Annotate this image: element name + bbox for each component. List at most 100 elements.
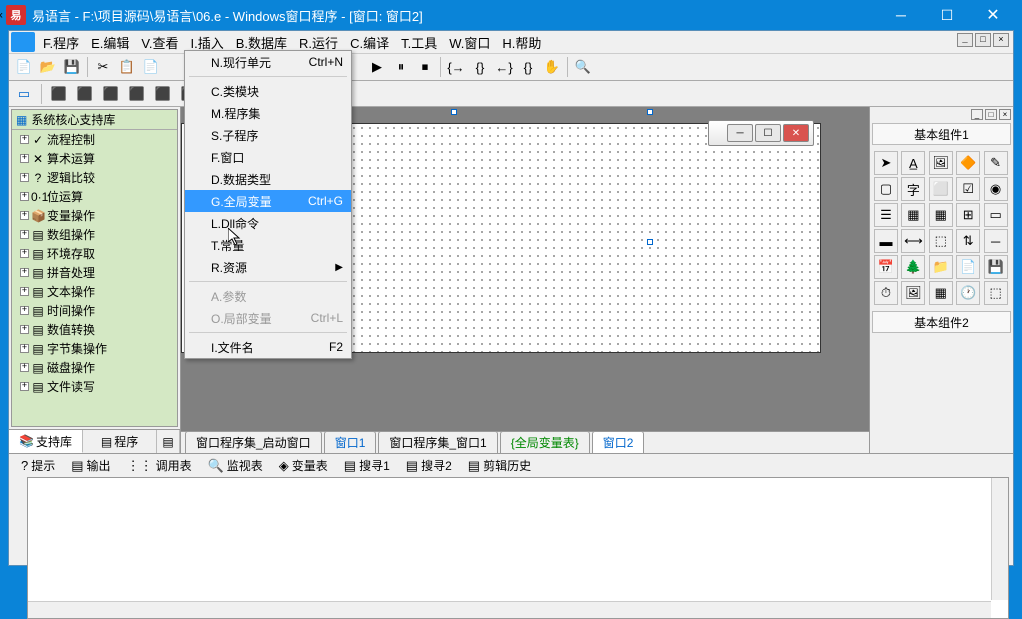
panel-title-2[interactable]: 基本组件2 — [872, 311, 1011, 333]
step-icon[interactable]: {→ — [445, 56, 467, 78]
tree-icon[interactable]: 🌲 — [901, 255, 925, 279]
menu-view[interactable]: V.查看 — [135, 31, 184, 54]
output-area[interactable] — [27, 477, 1009, 619]
tree-item[interactable]: +📦变量操作 — [12, 206, 177, 225]
paste-icon[interactable]: 📄 — [140, 56, 162, 78]
bottom-tab[interactable]: ▤搜寻2 — [398, 455, 460, 476]
progress-icon[interactable]: ▬ — [874, 229, 898, 253]
dropdown-item[interactable]: T.常量 — [185, 234, 351, 256]
tree-item[interactable]: +▤时间操作 — [12, 301, 177, 320]
scroll-icon[interactable]: ⬚ — [929, 229, 953, 253]
tree-item[interactable]: +?逻辑比较 — [12, 168, 177, 187]
tree-item[interactable]: +▤环境存取 — [12, 244, 177, 263]
dropdown-item[interactable]: C.类模块 — [185, 80, 351, 102]
cut-icon[interactable]: ✂ — [92, 56, 114, 78]
panel-min-icon[interactable]: _ — [971, 109, 983, 120]
mdi-restore[interactable]: □ — [975, 33, 991, 47]
bottom-tab[interactable]: ▤剪辑历史 — [460, 455, 539, 476]
dropdown-item[interactable]: F.窗口 — [185, 146, 351, 168]
output-close-icon[interactable]: × — [0, 9, 7, 23]
align-middle-icon[interactable]: ⬛ — [152, 83, 174, 105]
misc-icon[interactable]: ⬚ — [984, 281, 1008, 305]
align-left-icon[interactable]: ⬛ — [48, 83, 70, 105]
tree-item[interactable]: +▤数值转换 — [12, 320, 177, 339]
dropdown-item[interactable]: I.文件名F2 — [185, 336, 351, 358]
menu-help[interactable]: H.帮助 — [496, 31, 547, 54]
window-icon[interactable]: ▭ — [13, 83, 35, 105]
tree-item[interactable]: +▤拼音处理 — [12, 263, 177, 282]
dropdown-item[interactable]: D.数据类型 — [185, 168, 351, 190]
bottom-tab[interactable]: ?提示 — [13, 455, 63, 476]
breakpoint-icon[interactable]: {} — [517, 56, 539, 78]
label-icon[interactable]: A̲ — [901, 151, 925, 175]
mdi-close[interactable]: × — [993, 33, 1009, 47]
slider-icon[interactable]: ⟷ — [901, 229, 925, 253]
panel-close-icon[interactable]: × — [999, 109, 1011, 120]
doc-tab[interactable]: 窗口程序集_启动窗口 — [185, 431, 322, 453]
hscrollbar[interactable] — [28, 601, 991, 618]
tree-item[interactable]: +✓流程控制 — [12, 130, 177, 149]
edit-icon[interactable]: ✎ — [984, 151, 1008, 175]
doc-tab[interactable]: 窗口2 — [592, 431, 645, 453]
bottom-tab[interactable]: ⋮⋮调用表 — [119, 455, 200, 476]
grid-icon[interactable]: ▦ — [929, 203, 953, 227]
tree-item[interactable]: +✕算术运算 — [12, 149, 177, 168]
save-icon[interactable]: 💾 — [61, 56, 83, 78]
menu-window[interactable]: W.窗口 — [443, 31, 496, 54]
clock-icon[interactable]: 🕐 — [956, 281, 980, 305]
copy-icon[interactable]: 📋 — [116, 56, 138, 78]
button-icon[interactable]: ⬜ — [929, 177, 953, 201]
doc-tab[interactable]: {全局变量表} — [500, 431, 590, 453]
spin-icon[interactable]: ⇅ — [956, 229, 980, 253]
frame-icon[interactable]: ▢ — [874, 177, 898, 201]
pointer-icon[interactable]: ➤ — [874, 151, 898, 175]
tab-extra[interactable]: ▤ — [157, 430, 180, 453]
panel-max-icon[interactable]: □ — [985, 109, 997, 120]
tree-item[interactable]: +0·1位运算 — [12, 187, 177, 206]
new-icon[interactable]: 📄 — [13, 56, 35, 78]
find-icon[interactable]: 🔍 — [572, 56, 594, 78]
drive-icon[interactable]: 💾 — [984, 255, 1008, 279]
align-top-icon[interactable]: ⬛ — [126, 83, 148, 105]
list-icon[interactable]: ☰ — [874, 203, 898, 227]
timer-icon[interactable]: ⏱ — [874, 281, 898, 305]
minimize-button[interactable]: ─ — [878, 1, 924, 29]
combo-icon[interactable]: ▦ — [901, 203, 925, 227]
form-close-icon[interactable]: ✕ — [783, 124, 809, 142]
dir-icon[interactable]: 📁 — [929, 255, 953, 279]
bottom-tab[interactable]: ▤输出 — [63, 455, 118, 476]
tree-item[interactable]: +▤数组操作 — [12, 225, 177, 244]
tab-library[interactable]: 📚支持库 — [9, 430, 83, 453]
file-icon[interactable]: 📄 — [956, 255, 980, 279]
bottom-tab[interactable]: 🔍监视表 — [200, 455, 271, 476]
bottom-tab[interactable]: ▤搜寻1 — [336, 455, 398, 476]
app-menu-icon[interactable] — [11, 32, 35, 52]
image-icon[interactable]: 🖼 — [901, 281, 925, 305]
dropdown-item[interactable]: N.现行单元Ctrl+N — [185, 51, 351, 73]
hand-icon[interactable]: ✋ — [541, 56, 563, 78]
tree-item[interactable]: +▤磁盘操作 — [12, 358, 177, 377]
win-icon[interactable]: ▦ — [929, 281, 953, 305]
form-min-icon[interactable]: ─ — [727, 124, 753, 142]
date-icon[interactable]: 📅 — [874, 255, 898, 279]
doc-tab[interactable]: 窗口程序集_窗口1 — [378, 431, 497, 453]
check-icon[interactable]: ☑ — [956, 177, 980, 201]
open-icon[interactable]: 📂 — [37, 56, 59, 78]
dropdown-item[interactable]: S.子程序 — [185, 124, 351, 146]
menu-file[interactable]: F.程序 — [37, 31, 85, 54]
dropdown-item[interactable]: M.程序集 — [185, 102, 351, 124]
bottom-tab[interactable]: ◈变量表 — [271, 455, 336, 476]
tab-program[interactable]: ▤程序 — [83, 430, 157, 453]
radio-icon[interactable]: ◉ — [984, 177, 1008, 201]
step-over-icon[interactable]: {} — [469, 56, 491, 78]
text-icon[interactable]: 字 — [901, 177, 925, 201]
dropdown-item[interactable]: L.Dll命令 — [185, 212, 351, 234]
dropdown-item[interactable]: R.资源▶ — [185, 256, 351, 278]
picture-icon[interactable]: 🖼 — [929, 151, 953, 175]
maximize-button[interactable]: ☐ — [924, 1, 970, 29]
run-icon[interactable]: ▶ — [366, 56, 388, 78]
step-out-icon[interactable]: ←} — [493, 56, 515, 78]
dropdown-item[interactable]: G.全局变量Ctrl+G — [185, 190, 351, 212]
menu-tools[interactable]: T.工具 — [395, 31, 443, 54]
pause-icon[interactable]: ⏸ — [390, 56, 412, 78]
